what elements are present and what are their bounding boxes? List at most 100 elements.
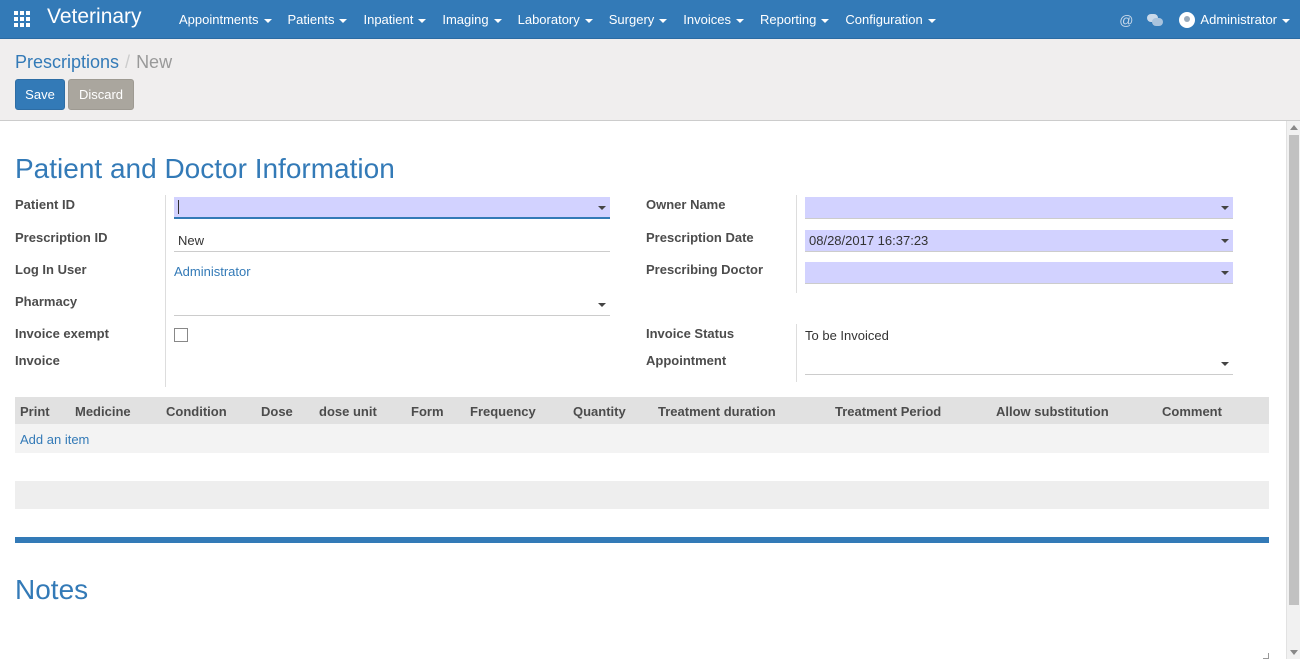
dropdown-arrow-icon[interactable]: [598, 303, 606, 307]
menu-inpatient[interactable]: Inpatient: [363, 12, 427, 27]
caret-down-icon: [659, 18, 668, 23]
apps-grid-icon[interactable]: [14, 11, 32, 27]
column-condition[interactable]: Condition: [166, 404, 227, 419]
section-title-patient-doctor: Patient and Doctor Information: [15, 153, 395, 184]
label-patient-id: Patient ID: [15, 197, 75, 212]
caret-down-icon: [584, 18, 593, 23]
menu-reporting[interactable]: Reporting: [760, 12, 830, 27]
form-sheet: Patient and Doctor Information Patient I…: [0, 121, 1286, 659]
avatar[interactable]: [1179, 11, 1196, 28]
vertical-scrollbar[interactable]: [1286, 121, 1300, 659]
nav-right: @ Administrator: [1119, 0, 1290, 39]
prescription-lines-header: Print Medicine Condition Dose dose unit …: [15, 397, 1269, 424]
caret-down-icon: [263, 18, 272, 23]
column-allow-substitution[interactable]: Allow substitution: [996, 404, 1109, 419]
resize-handle-icon[interactable]: [1263, 653, 1269, 659]
menu-laboratory[interactable]: Laboratory: [518, 12, 593, 27]
column-dose-unit[interactable]: dose unit: [319, 404, 377, 419]
column-treatment-period[interactable]: Treatment Period: [835, 404, 941, 419]
label-invoice-status: Invoice Status: [646, 326, 735, 341]
menu-label: Laboratory: [517, 12, 580, 27]
menu-label: Surgery: [608, 12, 655, 27]
caret-down-icon: [1282, 18, 1290, 23]
main-menu: Appointments Patients Inpatient Imaging …: [179, 0, 952, 39]
menu-label: Appointments: [179, 12, 259, 27]
section-title-notes: Notes: [15, 574, 89, 605]
mentions-icon[interactable]: @: [1119, 12, 1133, 28]
dropdown-arrow-icon[interactable]: [1221, 239, 1229, 243]
dropdown-arrow-icon[interactable]: [598, 206, 606, 210]
control-panel: Prescriptions / New Save Discard: [0, 39, 1300, 121]
log-in-user-link[interactable]: Administrator: [174, 264, 251, 279]
label-prescription-id: Prescription ID: [15, 230, 108, 245]
dropdown-arrow-icon[interactable]: [1221, 362, 1229, 366]
caret-down-icon: [736, 18, 744, 23]
menu-patients[interactable]: Patients: [288, 12, 348, 27]
caret-down-icon: [493, 18, 502, 23]
section-divider: [15, 537, 1269, 543]
label-pharmacy: Pharmacy: [15, 294, 78, 309]
dropdown-arrow-icon[interactable]: [1221, 206, 1229, 210]
menu-label: Reporting: [760, 12, 817, 27]
label-log-in-user: Log In User: [15, 262, 87, 277]
invoice-status-value: To be Invoiced: [805, 328, 889, 343]
scrollbar-thumb[interactable]: [1289, 135, 1299, 605]
column-print[interactable]: Print: [20, 404, 50, 419]
text-cursor: [178, 200, 179, 214]
column-treatment-duration[interactable]: Treatment duration: [658, 404, 776, 419]
menu-label: Inpatient: [363, 12, 414, 27]
label-appointment: Appointment: [646, 353, 727, 368]
add-item-link[interactable]: Add an item: [20, 432, 89, 447]
dropdown-arrow-icon[interactable]: [1221, 271, 1229, 275]
column-divider: [165, 195, 166, 387]
label-prescribing-doctor: Prescribing Doctor: [646, 262, 764, 277]
breadcrumb-current: New: [136, 52, 173, 72]
menu-label: Configuration: [845, 12, 923, 27]
owner-name-input[interactable]: [805, 197, 1233, 219]
menu-appointments[interactable]: Appointments: [179, 12, 272, 27]
column-divider: [796, 195, 797, 293]
scroll-up-icon[interactable]: [1290, 125, 1298, 130]
label-invoice-exempt: Invoice exempt: [15, 326, 109, 341]
column-divider: [796, 324, 797, 382]
top-navbar: Veterinary Appointments Patients Inpatie…: [0, 0, 1300, 39]
appointment-input[interactable]: [805, 353, 1233, 375]
breadcrumb-separator: /: [125, 52, 131, 72]
label-owner-name: Owner Name: [646, 197, 726, 212]
table-footer: [15, 481, 1269, 509]
menu-label: Patients: [287, 12, 335, 27]
caret-down-icon: [927, 18, 936, 23]
prescription-id-value: New: [178, 233, 205, 248]
menu-label: Imaging: [442, 12, 489, 27]
menu-imaging[interactable]: Imaging: [442, 12, 502, 27]
column-comment[interactable]: Comment: [1162, 404, 1222, 419]
scroll-down-icon[interactable]: [1290, 650, 1298, 655]
menu-configuration[interactable]: Configuration: [845, 12, 936, 27]
column-dose[interactable]: Dose: [261, 404, 293, 419]
menu-invoices[interactable]: Invoices: [683, 12, 744, 27]
caret-down-icon: [339, 18, 348, 23]
column-frequency[interactable]: Frequency: [470, 404, 536, 419]
user-name: Administrator: [1200, 12, 1277, 27]
prescription-id-field[interactable]: New: [174, 230, 610, 252]
menu-surgery[interactable]: Surgery: [609, 12, 668, 27]
label-prescription-date: Prescription Date: [646, 230, 754, 245]
patient-id-input[interactable]: [174, 197, 610, 219]
discard-button[interactable]: Discard: [68, 79, 134, 110]
breadcrumb-prescriptions[interactable]: Prescriptions: [15, 52, 119, 72]
column-quantity[interactable]: Quantity: [573, 404, 626, 419]
prescription-date-value: 08/28/2017 16:37:23: [809, 233, 929, 248]
user-menu[interactable]: Administrator: [1200, 12, 1290, 27]
chat-icon[interactable]: [1147, 13, 1164, 26]
prescribing-doctor-input[interactable]: [805, 262, 1233, 284]
invoice-exempt-checkbox[interactable]: [174, 328, 188, 342]
caret-down-icon: [418, 18, 427, 23]
menu-label: Invoices: [683, 12, 731, 27]
column-form[interactable]: Form: [411, 404, 444, 419]
save-button[interactable]: Save: [15, 79, 65, 110]
column-medicine[interactable]: Medicine: [75, 404, 131, 419]
pharmacy-input[interactable]: [174, 294, 610, 316]
prescription-date-input[interactable]: 08/28/2017 16:37:23: [805, 230, 1233, 252]
breadcrumb: Prescriptions / New: [15, 52, 172, 73]
app-title[interactable]: Veterinary: [47, 5, 142, 29]
